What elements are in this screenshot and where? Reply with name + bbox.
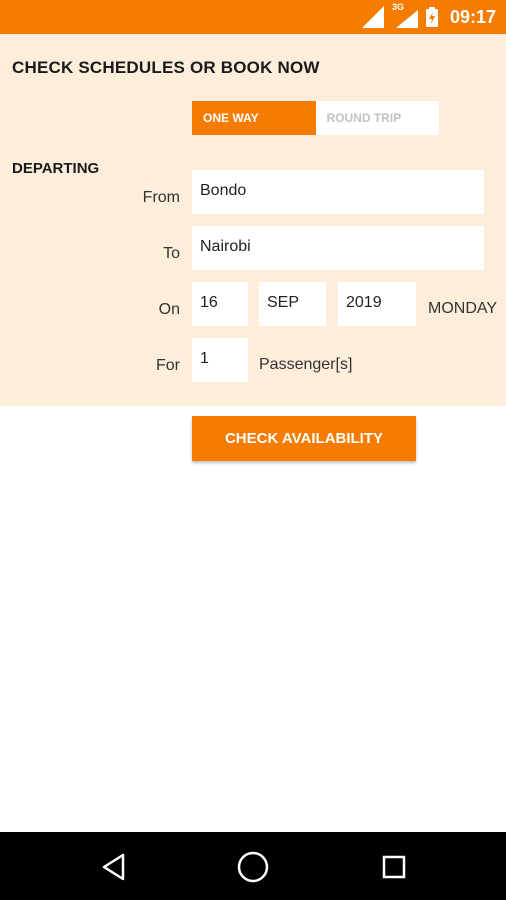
for-label: For [156,357,180,374]
network-indicator: 3G [392,2,418,28]
date-month-field[interactable]: SEP [259,282,326,326]
date-day-field[interactable]: 16 [192,282,248,326]
from-label: From [142,189,180,206]
trip-type-toggle: ONE WAY ROUND TRIP [192,101,439,135]
signal-icon [361,6,384,28]
passenger-count-field[interactable]: 1 [192,338,248,382]
navigation-bar [0,832,506,900]
departing-section-label: DEPARTING [12,160,100,177]
battery-charging-icon [425,7,438,27]
status-bar: 3G 09:17 [0,0,506,34]
clock: 09:17 [449,6,496,27]
weekday-label: MONDAY [428,300,498,317]
page-title: CHECK SCHEDULES OR BOOK NOW [12,58,320,77]
on-label: On [158,301,180,318]
search-panel [0,34,506,406]
mobile-signal-icon [395,10,418,28]
to-field[interactable]: Nairobi [192,226,484,270]
round-trip-tab[interactable]: ROUND TRIP [315,101,439,135]
back-icon[interactable] [96,849,132,885]
from-field[interactable]: Bondo [192,170,484,214]
check-availability-button[interactable]: CHECK AVAILABILITY [192,416,416,461]
date-year-field[interactable]: 2019 [338,282,416,326]
passenger-label: Passenger[s] [259,356,353,373]
one-way-tab[interactable]: ONE WAY [192,101,316,135]
home-icon[interactable] [235,849,271,885]
to-label: To [163,245,180,262]
recents-icon[interactable] [376,849,412,885]
